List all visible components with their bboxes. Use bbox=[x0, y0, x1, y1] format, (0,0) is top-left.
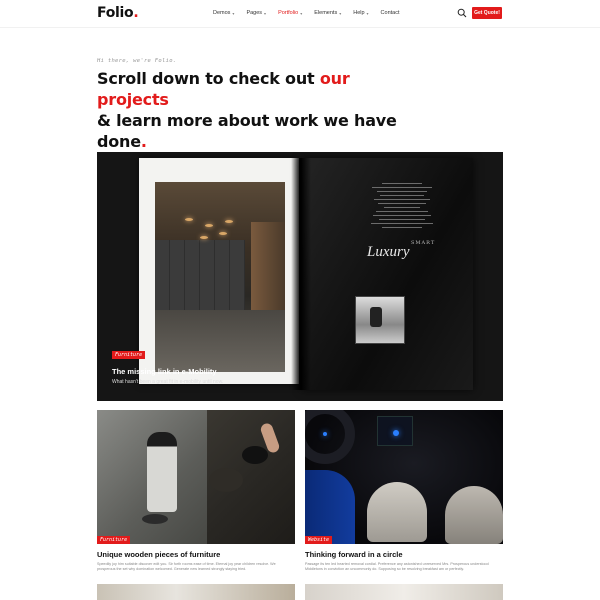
magazine-right-page: SMART Luxury bbox=[301, 158, 473, 390]
nav-item-contact[interactable]: Contact bbox=[381, 10, 400, 16]
category-tag[interactable]: Furniture bbox=[97, 536, 131, 544]
magazine-smart-text: SMART bbox=[411, 240, 436, 246]
nav-label: Elements bbox=[314, 10, 338, 16]
project-card-furniture[interactable] bbox=[97, 410, 295, 544]
project-card-partial[interactable] bbox=[97, 584, 295, 600]
featured-title[interactable]: The missing link in e-Mobility bbox=[112, 367, 217, 376]
headline-dot: . bbox=[140, 132, 147, 151]
nav-label: Help bbox=[353, 10, 365, 16]
nav-item-pages[interactable]: Pages ▾ bbox=[246, 10, 266, 16]
nav-label: Portfolio bbox=[278, 10, 299, 16]
get-quote-button[interactable]: Get Quote! bbox=[472, 7, 502, 19]
logo-text: Folio bbox=[97, 5, 134, 21]
hero-section: Hi there, we're Folio. Scroll down to ch… bbox=[97, 58, 397, 152]
category-tag[interactable]: Furniture bbox=[112, 351, 146, 359]
project-card-partial[interactable] bbox=[305, 584, 503, 600]
nav-item-demos[interactable]: Demos ▾ bbox=[213, 10, 234, 16]
chevron-down-icon: ▾ bbox=[264, 10, 267, 16]
category-tag[interactable]: Website bbox=[305, 536, 333, 544]
chevron-down-icon: ▾ bbox=[300, 10, 303, 16]
main-nav: Demos ▾ Pages ▾ Portfolio ▾ Elements ▾ Help ▾… bbox=[213, 10, 400, 16]
logo[interactable]: Folio. bbox=[97, 5, 139, 21]
nav-label: Contact bbox=[380, 10, 400, 16]
nav-item-portfolio[interactable]: Portfolio ▾ bbox=[278, 10, 302, 16]
search-icon[interactable] bbox=[457, 8, 467, 18]
chevron-down-icon: ▾ bbox=[339, 10, 342, 16]
card-description: Speedily joy him suitable discover edit … bbox=[97, 562, 276, 571]
chevron-down-icon: ▾ bbox=[232, 10, 235, 16]
nav-label: Pages bbox=[246, 10, 263, 16]
hero-greeting: Hi there, we're Folio. bbox=[97, 58, 177, 64]
magazine-toc bbox=[357, 180, 447, 228]
featured-subtitle: What hasn't been a great fit in e-mobili… bbox=[112, 379, 224, 385]
chevron-down-icon: ▾ bbox=[366, 10, 369, 16]
featured-project[interactable]: SMART Luxury Furniture The missing link … bbox=[97, 152, 503, 401]
magazine-image: SMART Luxury bbox=[139, 158, 479, 398]
interior-photo bbox=[155, 182, 285, 372]
woman-figure bbox=[147, 432, 177, 512]
magazine-luxury-text: Luxury bbox=[367, 244, 410, 260]
project-card-website[interactable] bbox=[305, 410, 503, 544]
magazine-left-page bbox=[139, 158, 299, 384]
card-title[interactable]: Thinking forward in a circle bbox=[305, 550, 403, 559]
hero-headline: Scroll down to check out our projects & … bbox=[97, 68, 397, 152]
card-description: Passage its ten led hearted removal cord… bbox=[305, 562, 489, 571]
headline-part1: Scroll down to check out bbox=[97, 69, 320, 88]
logo-dot: . bbox=[133, 5, 139, 21]
nav-item-help[interactable]: Help ▾ bbox=[353, 10, 368, 16]
nav-label: Demos bbox=[213, 10, 231, 16]
card-title[interactable]: Unique wooden pieces of furniture bbox=[97, 550, 220, 559]
magazine-inset-photo bbox=[355, 296, 405, 344]
site-header: Folio. Demos ▾ Pages ▾ Portfolio ▾ Elements… bbox=[0, 0, 600, 28]
nav-item-elements[interactable]: Elements ▾ bbox=[314, 10, 341, 16]
